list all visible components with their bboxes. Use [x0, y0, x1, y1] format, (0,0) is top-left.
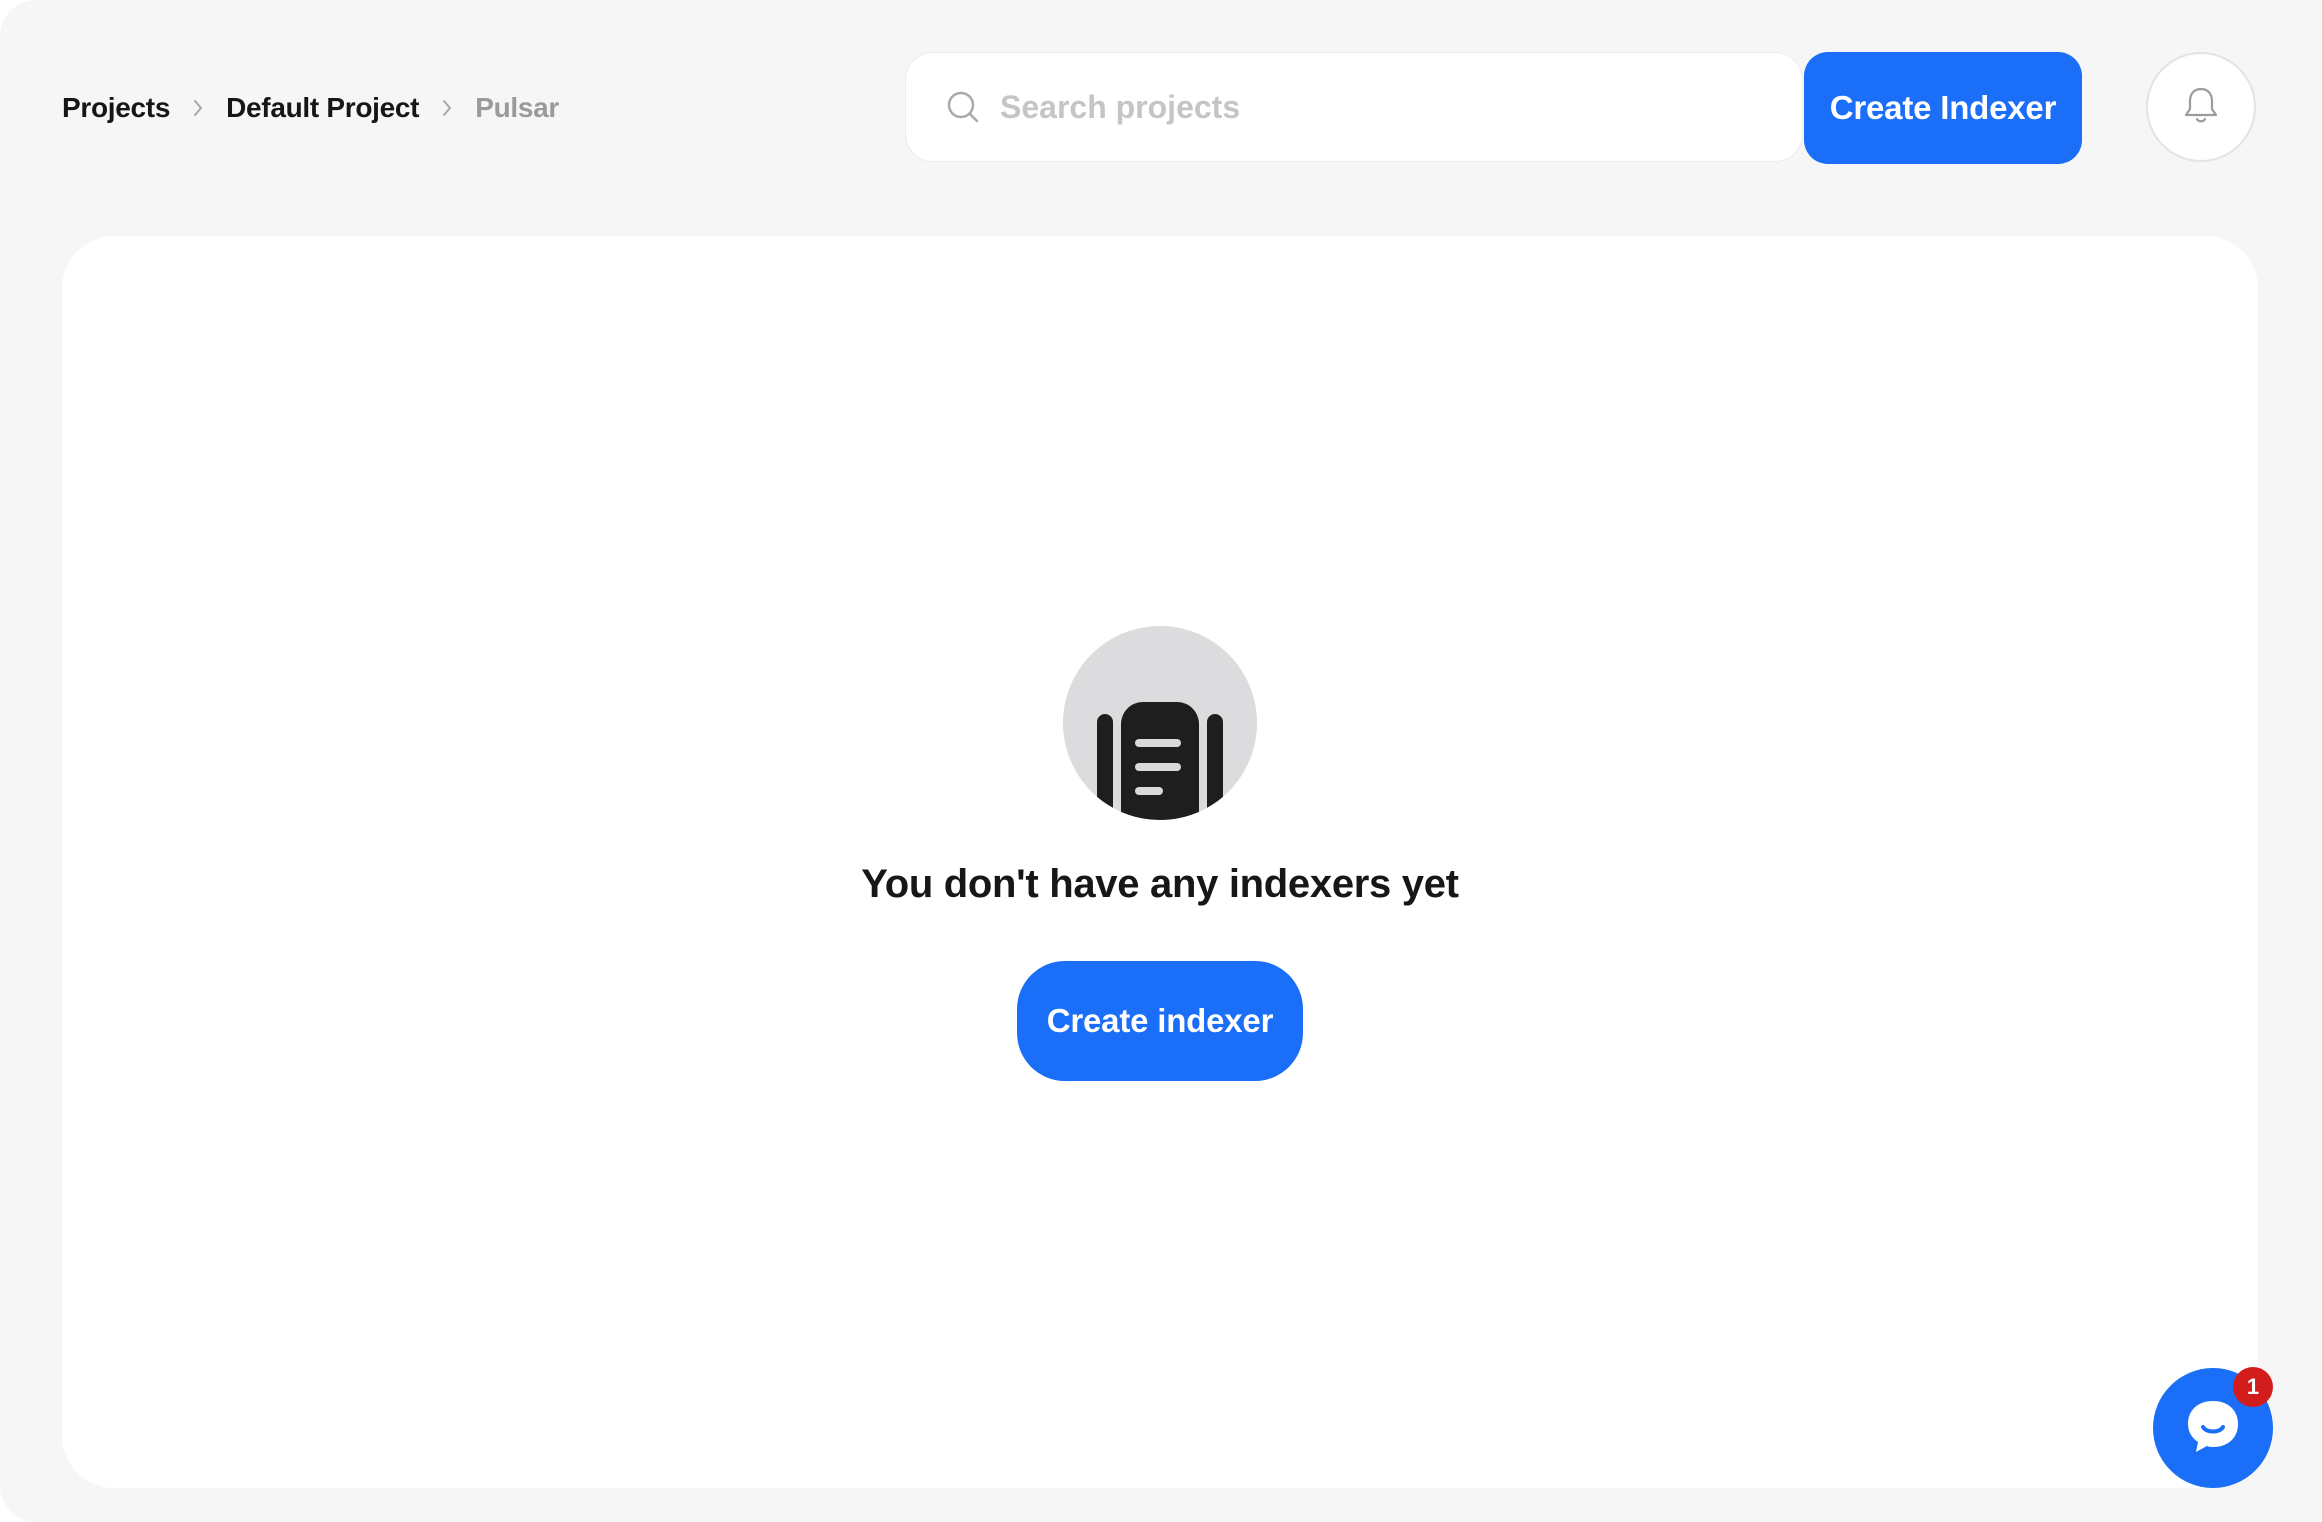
app-window: Projects Default Project Pulsar Create I…: [0, 0, 2322, 1522]
search-icon: [946, 90, 980, 124]
chevron-right-icon: [427, 88, 467, 128]
empty-state-title: You don't have any indexers yet: [861, 862, 1459, 906]
main-card: You don't have any indexers yet Create i…: [62, 236, 2258, 1488]
search-bar: [905, 52, 1803, 162]
breadcrumb: Projects Default Project Pulsar: [62, 88, 559, 128]
empty-state: You don't have any indexers yet Create i…: [62, 626, 2258, 1081]
breadcrumb-item-current: Pulsar: [475, 92, 560, 123]
chat-icon: [2182, 1395, 2244, 1462]
create-indexer-cta-button[interactable]: Create indexer: [1017, 961, 1303, 1081]
search-input[interactable]: [998, 87, 1762, 127]
notifications-button[interactable]: [2146, 52, 2256, 162]
breadcrumb-item-default-project[interactable]: Default Project: [226, 92, 419, 124]
bell-icon: [2182, 85, 2220, 130]
breadcrumb-item-projects[interactable]: Projects: [62, 92, 170, 124]
chevron-right-icon: [178, 88, 218, 128]
chat-notification-badge: 1: [2233, 1367, 2273, 1407]
create-indexer-button[interactable]: Create Indexer: [1804, 52, 2082, 164]
indexer-document-icon: [1063, 626, 1257, 820]
